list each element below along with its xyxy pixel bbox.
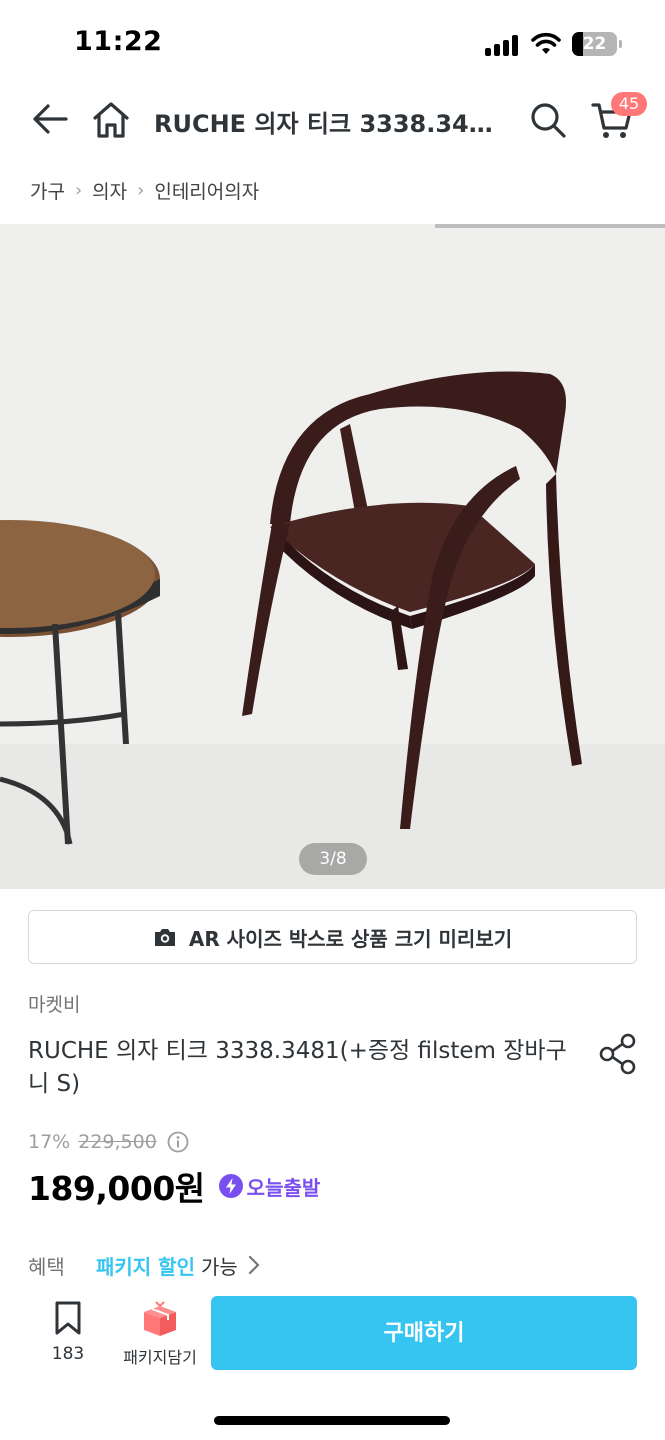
breadcrumb-item-interior-chair[interactable]: 인테리어의자 [154, 177, 259, 204]
product-title: RUCHE 의자 티크 3338.3481(+증정 filstem 장바구니 S… [28, 1038, 567, 1097]
camera-icon [154, 929, 175, 946]
search-icon[interactable] [528, 100, 568, 140]
bookmark-button[interactable]: 183 [38, 1300, 98, 1370]
share-icon[interactable] [598, 1033, 638, 1075]
bolt-icon [218, 1174, 243, 1198]
status-time: 11:22 [74, 26, 163, 57]
package-cart-label: 패키지담기 [123, 1348, 197, 1367]
gift-box-icon [144, 1301, 176, 1336]
bottom-action-bar: 183 패키지담기 구매하기 [0, 1288, 665, 1398]
discount-row: 17% 229,500 [28, 1128, 189, 1156]
product-image-gallery[interactable] [0, 224, 665, 889]
signal-icon [485, 34, 519, 56]
chevron-right-icon [248, 1255, 259, 1275]
today-delivery-label: 오늘출발 [246, 1175, 321, 1200]
image-counter: 3/8 [299, 843, 367, 875]
breadcrumb-item-chair[interactable]: 의자 [92, 177, 127, 204]
product-photo [0, 224, 665, 889]
benefit-label: 혜택 [28, 1254, 65, 1279]
back-icon[interactable] [30, 98, 72, 140]
ar-size-preview-button[interactable]: AR 사이즈 박스로 상품 크기 미리보기 [28, 910, 637, 964]
home-indicator [214, 1416, 450, 1425]
top-navigation: RUCHE 의자 티크 3338.348... [0, 88, 665, 152]
status-bar: 11:22 22 [0, 0, 665, 88]
battery-level: 22 [582, 34, 607, 54]
chevron-right-icon: › [74, 179, 83, 201]
page-title: RUCHE 의자 티크 3338.348... [154, 110, 504, 138]
bookmark-count: 183 [51, 1344, 85, 1364]
home-icon[interactable] [90, 100, 132, 140]
benefit-row[interactable]: 혜택 패키지 할인 가능 [28, 1250, 262, 1280]
discount-rate: 17% [28, 1131, 71, 1153]
ar-button-label: AR 사이즈 박스로 상품 크기 미리보기 [188, 926, 513, 951]
package-discount-link[interactable]: 패키지 할인 [96, 1251, 195, 1280]
cart-count-badge: 45 [611, 92, 647, 116]
info-icon[interactable] [167, 1131, 189, 1153]
benefit-suffix: 가능 [200, 1254, 238, 1279]
sale-price: 189,000원 [28, 1169, 205, 1208]
breadcrumb: 가구 › 의자 › 인테리어의자 [30, 176, 259, 204]
buy-button[interactable]: 구매하기 [211, 1296, 637, 1370]
seller-name[interactable]: 마켓비 [28, 990, 80, 1017]
wifi-icon [531, 32, 561, 54]
original-price: 229,500 [78, 1131, 157, 1153]
price-row: 189,000원 오늘출발 [28, 1164, 320, 1208]
today-delivery-badge: 오늘출발 [218, 1172, 321, 1201]
breadcrumb-item-furniture[interactable]: 가구 [30, 177, 65, 204]
chevron-right-icon: › [137, 179, 145, 201]
package-cart-button[interactable]: 패키지담기 [112, 1298, 208, 1374]
battery-icon: 22 [572, 32, 622, 56]
bookmark-icon [55, 1301, 81, 1335]
